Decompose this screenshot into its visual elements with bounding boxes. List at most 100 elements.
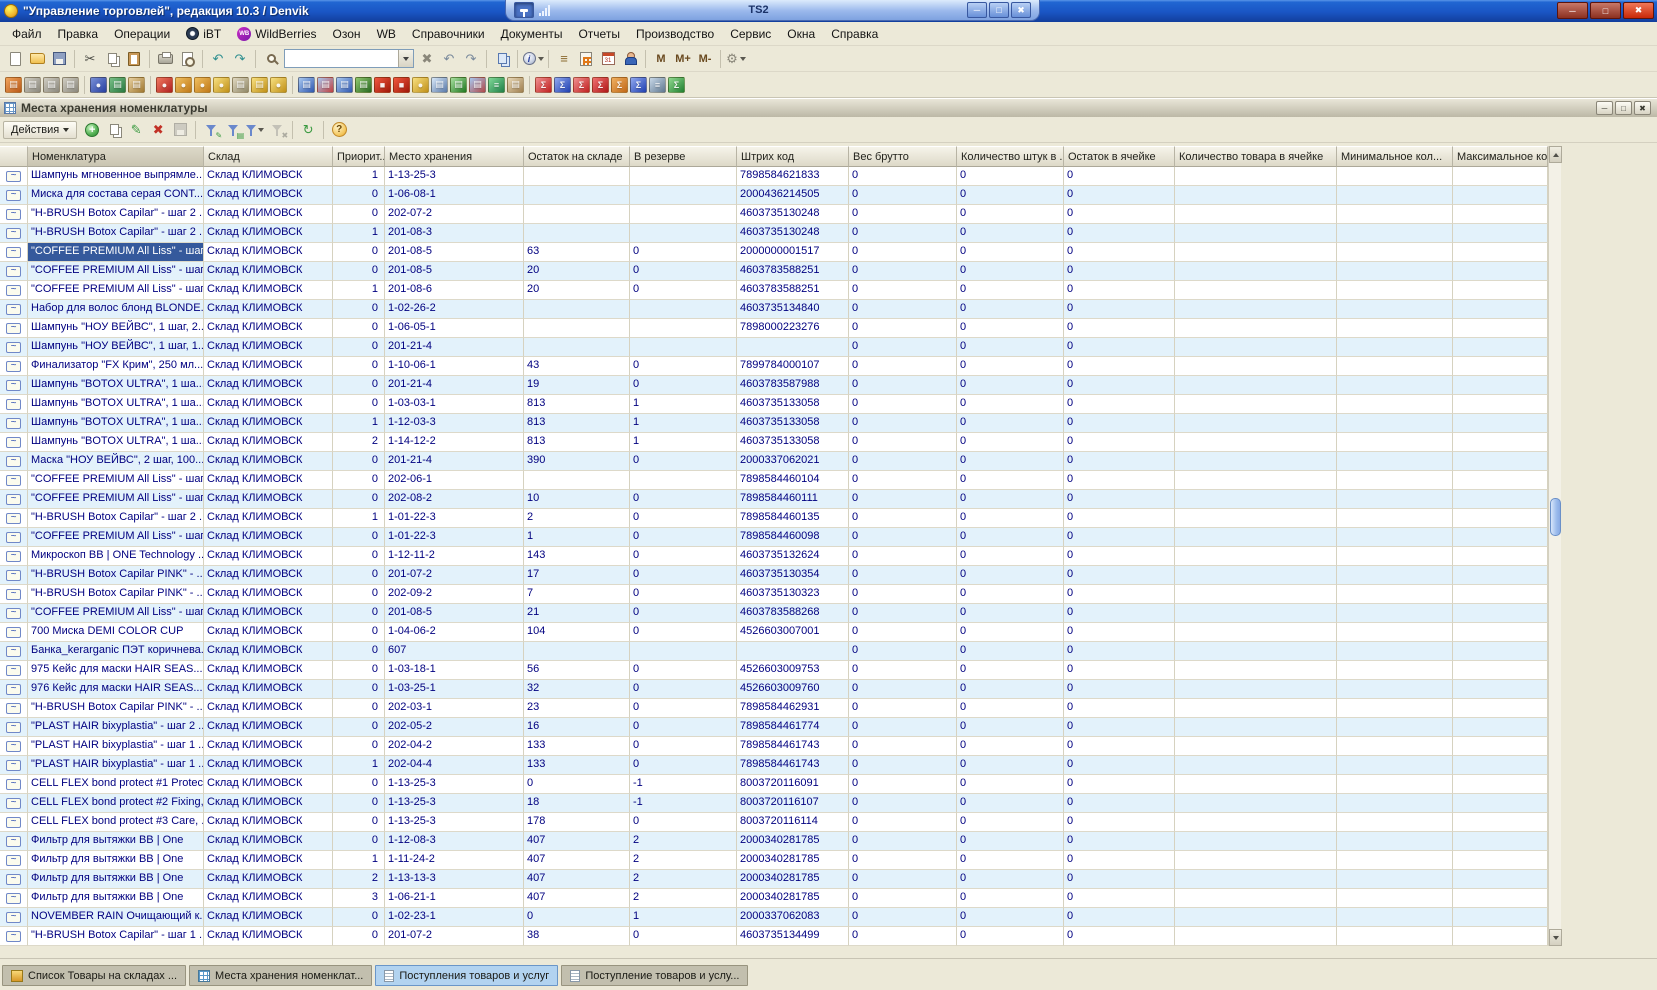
cell-location[interactable]: 1-13-25-3	[385, 775, 524, 794]
cell-cell_qty[interactable]	[1175, 186, 1337, 205]
cell-reserve[interactable]: 0	[630, 262, 737, 281]
cell-max_qty[interactable]	[1453, 414, 1548, 433]
cell-pieces[interactable]: 0	[957, 414, 1064, 433]
values-list-button[interactable]: ≡	[553, 48, 575, 70]
cell-max_qty[interactable]	[1453, 338, 1548, 357]
cell-reserve[interactable]: 2	[630, 889, 737, 908]
cell-barcode[interactable]: 8003720116091	[737, 775, 849, 794]
cell-gross_weight[interactable]: 0	[849, 623, 957, 642]
cell-warehouse[interactable]: Склад КЛИМОВСК	[204, 357, 333, 376]
cell-name[interactable]: "H-BRUSH Botox Capilar PINK" - ...	[28, 585, 204, 604]
cell-pieces[interactable]: 0	[957, 642, 1064, 661]
cell-location[interactable]: 1-03-18-1	[385, 661, 524, 680]
cell-min_qty[interactable]	[1337, 186, 1453, 205]
cell-min_qty[interactable]	[1337, 813, 1453, 832]
cell-min_qty[interactable]	[1337, 471, 1453, 490]
column-header-icon[interactable]	[0, 146, 28, 167]
cell-stock[interactable]	[524, 167, 630, 186]
column-header-warehouse[interactable]: Склад	[204, 146, 333, 167]
service-settings-button[interactable]: ⚙	[725, 48, 747, 70]
cell-cell_qty[interactable]	[1175, 699, 1337, 718]
cell-stock[interactable]	[524, 224, 630, 243]
table-row[interactable]: 700 Миска DEMI COLOR CUPСклад КЛИМОВСК01…	[0, 623, 1548, 642]
cell-pieces[interactable]: 0	[957, 889, 1064, 908]
cell-stock[interactable]	[524, 186, 630, 205]
add-copy-button[interactable]	[103, 119, 125, 141]
cell-reserve[interactable]: 1	[630, 908, 737, 927]
sales-doc-icon[interactable]: ▤	[336, 77, 353, 93]
cell-gross_weight[interactable]: 0	[849, 224, 957, 243]
cell-reserve[interactable]: 0	[630, 585, 737, 604]
cell-warehouse[interactable]: Склад КЛИМОВСК	[204, 870, 333, 889]
cell-pieces[interactable]: 0	[957, 433, 1064, 452]
cell-cell_stock[interactable]: 0	[1064, 376, 1175, 395]
cell-stock[interactable]: 18	[524, 794, 630, 813]
cell-priority[interactable]: 1	[333, 414, 385, 433]
cell-location[interactable]: 201-08-5	[385, 604, 524, 623]
cell-priority[interactable]: 2	[333, 433, 385, 452]
cell-gross_weight[interactable]: 0	[849, 756, 957, 775]
cell-max_qty[interactable]	[1453, 433, 1548, 452]
menu-item-отчеты[interactable]: Отчеты	[570, 25, 627, 43]
cell-barcode[interactable]: 7898584621833	[737, 167, 849, 186]
cell-priority[interactable]: 0	[333, 262, 385, 281]
report-flag-icon[interactable]: Σ	[630, 77, 647, 93]
cell-pieces[interactable]: 0	[957, 376, 1064, 395]
cell-cell_qty[interactable]	[1175, 357, 1337, 376]
cell-location[interactable]: 201-21-4	[385, 376, 524, 395]
cell-name[interactable]: "H-BRUSH Botox Capilar PINK" - ...	[28, 699, 204, 718]
cell-warehouse[interactable]: Склад КЛИМОВСК	[204, 623, 333, 642]
cell-barcode[interactable]: 7898584460098	[737, 528, 849, 547]
cell-priority[interactable]: 0	[333, 737, 385, 756]
cell-pieces[interactable]: 0	[957, 224, 1064, 243]
restore-button[interactable]: □	[1590, 2, 1621, 19]
doc-restore-button[interactable]: □	[1615, 101, 1632, 115]
cell-pieces[interactable]: 0	[957, 186, 1064, 205]
cell-gross_weight[interactable]: 0	[849, 718, 957, 737]
cell-name[interactable]: NOVEMBER RAIN Очищающий к...	[28, 908, 204, 927]
cell-cell_qty[interactable]	[1175, 756, 1337, 775]
table-row[interactable]: "COFFEE PREMIUM All Liss" - шаг...Склад …	[0, 262, 1548, 281]
memory-add-button[interactable]: M+	[672, 48, 694, 70]
cell-cell_qty[interactable]	[1175, 300, 1337, 319]
cell-pieces[interactable]: 0	[957, 319, 1064, 338]
cut-button[interactable]: ✂	[79, 48, 101, 70]
cell-stock[interactable]	[524, 205, 630, 224]
cell-min_qty[interactable]	[1337, 699, 1453, 718]
column-header-cell_qty[interactable]: Количество товара в ячейке	[1175, 146, 1337, 167]
cell-priority[interactable]: 0	[333, 471, 385, 490]
cell-cell_qty[interactable]	[1175, 528, 1337, 547]
cell-priority[interactable]: 0	[333, 395, 385, 414]
cell-reserve[interactable]: 0	[630, 243, 737, 262]
cell-max_qty[interactable]	[1453, 642, 1548, 661]
table-row[interactable]: "COFFEE PREMIUM All Liss" - шаг...Склад …	[0, 490, 1548, 509]
open-button[interactable]	[26, 48, 48, 70]
cell-cell_stock[interactable]: 0	[1064, 547, 1175, 566]
cell-cell_stock[interactable]: 0	[1064, 205, 1175, 224]
cell-min_qty[interactable]	[1337, 357, 1453, 376]
menu-item-документы[interactable]: Документы	[493, 25, 571, 43]
cell-cell_stock[interactable]: 0	[1064, 889, 1175, 908]
cell-warehouse[interactable]: Склад КЛИМОВСК	[204, 490, 333, 509]
cell-cell_qty[interactable]	[1175, 832, 1337, 851]
cell-min_qty[interactable]	[1337, 642, 1453, 661]
doc-percent-icon[interactable]: ▤	[450, 77, 467, 93]
cell-name[interactable]: Фильтр для вытяжки BB | One	[28, 889, 204, 908]
cell-barcode[interactable]: 4526603007001	[737, 623, 849, 642]
menu-item-wildberries[interactable]: WildBerries	[229, 25, 324, 43]
cell-cell_qty[interactable]	[1175, 566, 1337, 585]
cell-cell_stock[interactable]: 0	[1064, 642, 1175, 661]
cell-priority[interactable]: 1	[333, 851, 385, 870]
cell-stock[interactable]: 407	[524, 870, 630, 889]
cell-stock[interactable]: 19	[524, 376, 630, 395]
cell-min_qty[interactable]	[1337, 889, 1453, 908]
cell-cell_qty[interactable]	[1175, 889, 1337, 908]
cell-min_qty[interactable]	[1337, 300, 1453, 319]
window-tab-3[interactable]: Поступления товаров и услуг	[375, 965, 558, 986]
org-structure-icon[interactable]: ≡	[488, 77, 505, 93]
table-row[interactable]: Фильтр для вытяжки BB | OneСклад КЛИМОВС…	[0, 851, 1548, 870]
cell-max_qty[interactable]	[1453, 794, 1548, 813]
cell-gross_weight[interactable]: 0	[849, 414, 957, 433]
cell-location[interactable]: 201-08-3	[385, 224, 524, 243]
cell-max_qty[interactable]	[1453, 243, 1548, 262]
